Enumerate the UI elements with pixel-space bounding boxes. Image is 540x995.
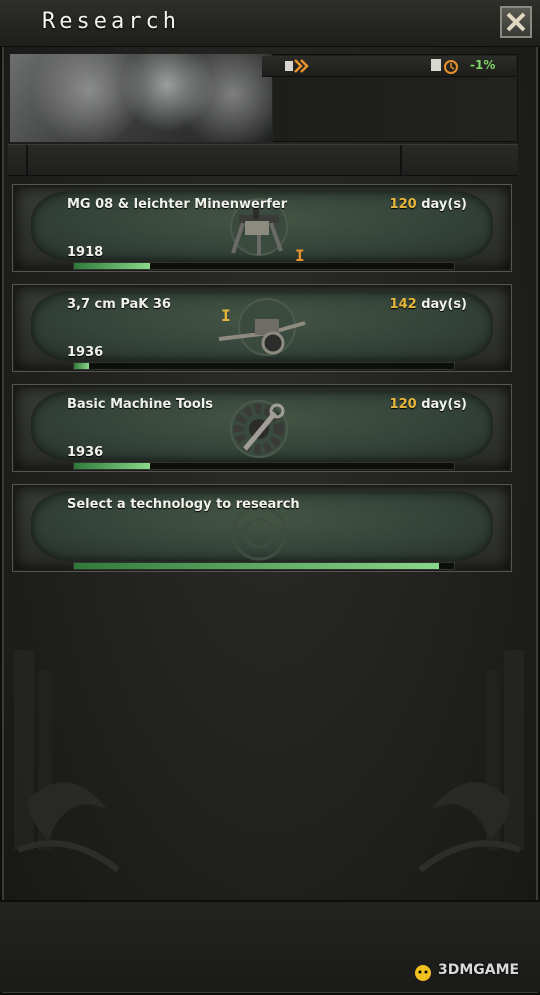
tech-year: 1936 xyxy=(67,445,104,460)
tech-days: 120 day(s) xyxy=(389,197,467,212)
tech-days: 142 day(s) xyxy=(389,297,467,312)
close-button[interactable] xyxy=(500,6,532,38)
research-slot-empty[interactable]: Select a technology to research xyxy=(12,484,512,572)
oak-leaf-decoration-right xyxy=(418,650,524,873)
tech-year: 1936 xyxy=(67,345,104,360)
panel-footer xyxy=(0,900,540,992)
title-bar: Research xyxy=(0,0,540,47)
scientists-image xyxy=(10,54,272,142)
research-slot-3[interactable]: Basic Machine Tools 120 day(s) 1936 xyxy=(12,384,512,472)
research-bonus-value: -1% xyxy=(470,58,496,72)
header-subbar xyxy=(8,144,518,176)
tech-name: MG 08 & leichter Minenwerfer xyxy=(67,197,288,212)
tech-level-mark: I xyxy=(221,306,231,325)
watermark: 3DMGAME xyxy=(438,962,520,978)
machine-tools-icon xyxy=(230,400,288,458)
research-slot-1[interactable]: I MG 08 & leichter Minenwerfer 120 day(s… xyxy=(12,184,512,272)
anti-tank-gun-icon: I xyxy=(218,298,306,356)
research-slot-2[interactable]: I 3,7 cm PaK 36 142 day(s) 1936 xyxy=(12,284,512,372)
tech-year: 1918 xyxy=(67,245,104,260)
empty-slot-label: Select a technology to research xyxy=(67,497,300,512)
tech-progress-bar xyxy=(73,362,455,370)
tech-days: 120 day(s) xyxy=(389,397,467,412)
close-icon xyxy=(506,12,526,32)
tech-name: Basic Machine Tools xyxy=(67,397,214,412)
tech-progress-bar xyxy=(73,262,455,270)
tech-name: 3,7 cm PaK 36 xyxy=(67,297,171,312)
tech-progress-bar xyxy=(73,562,455,570)
watermark-logo-icon xyxy=(415,965,431,981)
research-bonus-icon[interactable] xyxy=(430,57,460,75)
tech-progress-bar xyxy=(73,462,455,470)
window-title: Research xyxy=(42,9,180,34)
oak-leaf-decoration-left xyxy=(14,650,120,873)
research-speed-icon[interactable] xyxy=(284,58,314,74)
